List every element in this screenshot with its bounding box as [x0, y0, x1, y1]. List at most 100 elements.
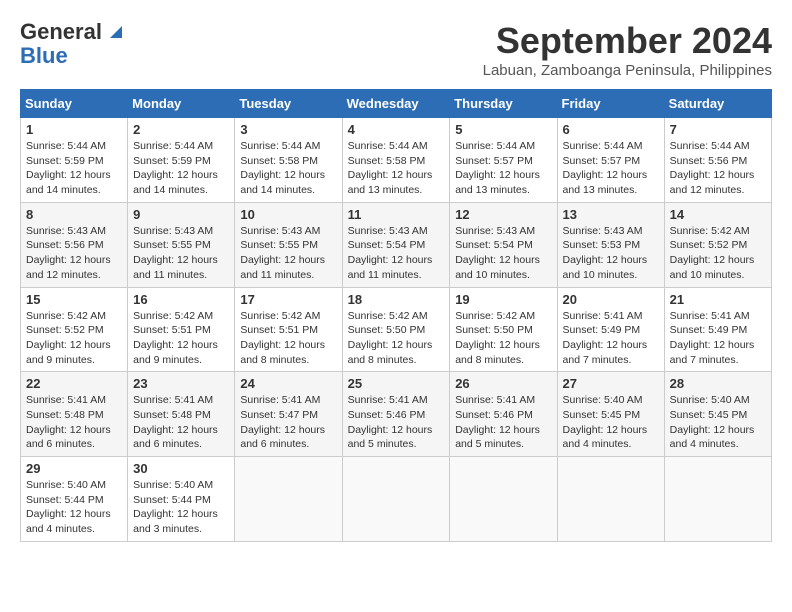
day-detail: Sunrise: 5:40 AMSunset: 5:45 PMDaylight:… [670, 394, 755, 450]
calendar-cell: 15 Sunrise: 5:42 AMSunset: 5:52 PMDaylig… [21, 287, 128, 372]
day-detail: Sunrise: 5:42 AMSunset: 5:50 PMDaylight:… [348, 310, 433, 366]
day-number: 20 [563, 292, 659, 307]
calendar-cell [664, 457, 771, 542]
day-number: 3 [240, 122, 336, 137]
day-number: 27 [563, 376, 659, 391]
calendar-cell: 28 Sunrise: 5:40 AMSunset: 5:45 PMDaylig… [664, 372, 771, 457]
day-number: 29 [26, 461, 122, 476]
day-detail: Sunrise: 5:41 AMSunset: 5:48 PMDaylight:… [133, 394, 218, 450]
calendar-cell: 2 Sunrise: 5:44 AMSunset: 5:59 PMDayligh… [128, 118, 235, 203]
calendar-cell: 29 Sunrise: 5:40 AMSunset: 5:44 PMDaylig… [21, 457, 128, 542]
day-detail: Sunrise: 5:43 AMSunset: 5:56 PMDaylight:… [26, 225, 111, 281]
day-number: 25 [348, 376, 445, 391]
col-header-sunday: Sunday [21, 90, 128, 118]
calendar-cell: 19 Sunrise: 5:42 AMSunset: 5:50 PMDaylig… [450, 287, 557, 372]
calendar-cell: 25 Sunrise: 5:41 AMSunset: 5:46 PMDaylig… [342, 372, 450, 457]
day-detail: Sunrise: 5:42 AMSunset: 5:51 PMDaylight:… [133, 310, 218, 366]
day-detail: Sunrise: 5:44 AMSunset: 5:57 PMDaylight:… [563, 140, 648, 196]
calendar-cell [557, 457, 664, 542]
col-header-friday: Friday [557, 90, 664, 118]
day-detail: Sunrise: 5:41 AMSunset: 5:47 PMDaylight:… [240, 394, 325, 450]
calendar-cell: 26 Sunrise: 5:41 AMSunset: 5:46 PMDaylig… [450, 372, 557, 457]
calendar-cell: 14 Sunrise: 5:42 AMSunset: 5:52 PMDaylig… [664, 202, 771, 287]
calendar-cell [450, 457, 557, 542]
day-detail: Sunrise: 5:42 AMSunset: 5:50 PMDaylight:… [455, 310, 540, 366]
day-detail: Sunrise: 5:44 AMSunset: 5:59 PMDaylight:… [133, 140, 218, 196]
calendar-cell: 30 Sunrise: 5:40 AMSunset: 5:44 PMDaylig… [128, 457, 235, 542]
day-number: 28 [670, 376, 766, 391]
calendar-cell [342, 457, 450, 542]
day-detail: Sunrise: 5:43 AMSunset: 5:54 PMDaylight:… [455, 225, 540, 281]
logo-blue-text: Blue [20, 43, 68, 68]
calendar-cell [235, 457, 342, 542]
day-number: 2 [133, 122, 229, 137]
day-number: 16 [133, 292, 229, 307]
day-number: 15 [26, 292, 122, 307]
calendar-cell: 23 Sunrise: 5:41 AMSunset: 5:48 PMDaylig… [128, 372, 235, 457]
calendar-cell: 18 Sunrise: 5:42 AMSunset: 5:50 PMDaylig… [342, 287, 450, 372]
calendar-cell: 22 Sunrise: 5:41 AMSunset: 5:48 PMDaylig… [21, 372, 128, 457]
day-detail: Sunrise: 5:42 AMSunset: 5:52 PMDaylight:… [670, 225, 755, 281]
day-number: 11 [348, 207, 445, 222]
day-detail: Sunrise: 5:44 AMSunset: 5:59 PMDaylight:… [26, 140, 111, 196]
day-detail: Sunrise: 5:42 AMSunset: 5:52 PMDaylight:… [26, 310, 111, 366]
day-detail: Sunrise: 5:41 AMSunset: 5:49 PMDaylight:… [563, 310, 648, 366]
title-block: September 2024 Labuan, Zamboanga Peninsu… [483, 20, 772, 79]
day-number: 22 [26, 376, 122, 391]
calendar-cell: 3 Sunrise: 5:44 AMSunset: 5:58 PMDayligh… [235, 118, 342, 203]
day-number: 12 [455, 207, 551, 222]
calendar-cell: 11 Sunrise: 5:43 AMSunset: 5:54 PMDaylig… [342, 202, 450, 287]
day-number: 23 [133, 376, 229, 391]
day-number: 17 [240, 292, 336, 307]
day-detail: Sunrise: 5:44 AMSunset: 5:58 PMDaylight:… [240, 140, 325, 196]
calendar-cell: 27 Sunrise: 5:40 AMSunset: 5:45 PMDaylig… [557, 372, 664, 457]
day-detail: Sunrise: 5:41 AMSunset: 5:48 PMDaylight:… [26, 394, 111, 450]
day-number: 13 [563, 207, 659, 222]
day-detail: Sunrise: 5:41 AMSunset: 5:46 PMDaylight:… [455, 394, 540, 450]
calendar-cell: 12 Sunrise: 5:43 AMSunset: 5:54 PMDaylig… [450, 202, 557, 287]
day-detail: Sunrise: 5:43 AMSunset: 5:54 PMDaylight:… [348, 225, 433, 281]
calendar-cell: 1 Sunrise: 5:44 AMSunset: 5:59 PMDayligh… [21, 118, 128, 203]
calendar-cell: 7 Sunrise: 5:44 AMSunset: 5:56 PMDayligh… [664, 118, 771, 203]
calendar-cell: 16 Sunrise: 5:42 AMSunset: 5:51 PMDaylig… [128, 287, 235, 372]
calendar-cell: 17 Sunrise: 5:42 AMSunset: 5:51 PMDaylig… [235, 287, 342, 372]
calendar-cell: 13 Sunrise: 5:43 AMSunset: 5:53 PMDaylig… [557, 202, 664, 287]
logo: General Blue [20, 20, 126, 68]
page-header: General Blue September 2024 Labuan, Zamb… [20, 20, 772, 79]
day-number: 1 [26, 122, 122, 137]
col-header-wednesday: Wednesday [342, 90, 450, 118]
calendar-cell: 20 Sunrise: 5:41 AMSunset: 5:49 PMDaylig… [557, 287, 664, 372]
day-number: 24 [240, 376, 336, 391]
calendar-cell: 10 Sunrise: 5:43 AMSunset: 5:55 PMDaylig… [235, 202, 342, 287]
day-number: 5 [455, 122, 551, 137]
day-detail: Sunrise: 5:40 AMSunset: 5:45 PMDaylight:… [563, 394, 648, 450]
day-detail: Sunrise: 5:42 AMSunset: 5:51 PMDaylight:… [240, 310, 325, 366]
day-number: 18 [348, 292, 445, 307]
calendar-cell: 5 Sunrise: 5:44 AMSunset: 5:57 PMDayligh… [450, 118, 557, 203]
col-header-monday: Monday [128, 90, 235, 118]
calendar-table: SundayMondayTuesdayWednesdayThursdayFrid… [20, 89, 772, 542]
day-detail: Sunrise: 5:41 AMSunset: 5:49 PMDaylight:… [670, 310, 755, 366]
month-title: September 2024 [483, 20, 772, 62]
day-number: 14 [670, 207, 766, 222]
calendar-cell: 21 Sunrise: 5:41 AMSunset: 5:49 PMDaylig… [664, 287, 771, 372]
location-text: Labuan, Zamboanga Peninsula, Philippines [483, 62, 772, 79]
col-header-saturday: Saturday [664, 90, 771, 118]
day-detail: Sunrise: 5:43 AMSunset: 5:53 PMDaylight:… [563, 225, 648, 281]
day-detail: Sunrise: 5:43 AMSunset: 5:55 PMDaylight:… [240, 225, 325, 281]
logo-icon [104, 20, 126, 42]
day-number: 10 [240, 207, 336, 222]
calendar-cell: 4 Sunrise: 5:44 AMSunset: 5:58 PMDayligh… [342, 118, 450, 203]
day-number: 8 [26, 207, 122, 222]
day-detail: Sunrise: 5:44 AMSunset: 5:57 PMDaylight:… [455, 140, 540, 196]
day-number: 26 [455, 376, 551, 391]
day-detail: Sunrise: 5:43 AMSunset: 5:55 PMDaylight:… [133, 225, 218, 281]
day-detail: Sunrise: 5:40 AMSunset: 5:44 PMDaylight:… [26, 479, 111, 535]
col-header-thursday: Thursday [450, 90, 557, 118]
calendar-cell: 24 Sunrise: 5:41 AMSunset: 5:47 PMDaylig… [235, 372, 342, 457]
day-number: 21 [670, 292, 766, 307]
day-number: 4 [348, 122, 445, 137]
day-number: 19 [455, 292, 551, 307]
col-header-tuesday: Tuesday [235, 90, 342, 118]
day-detail: Sunrise: 5:41 AMSunset: 5:46 PMDaylight:… [348, 394, 433, 450]
